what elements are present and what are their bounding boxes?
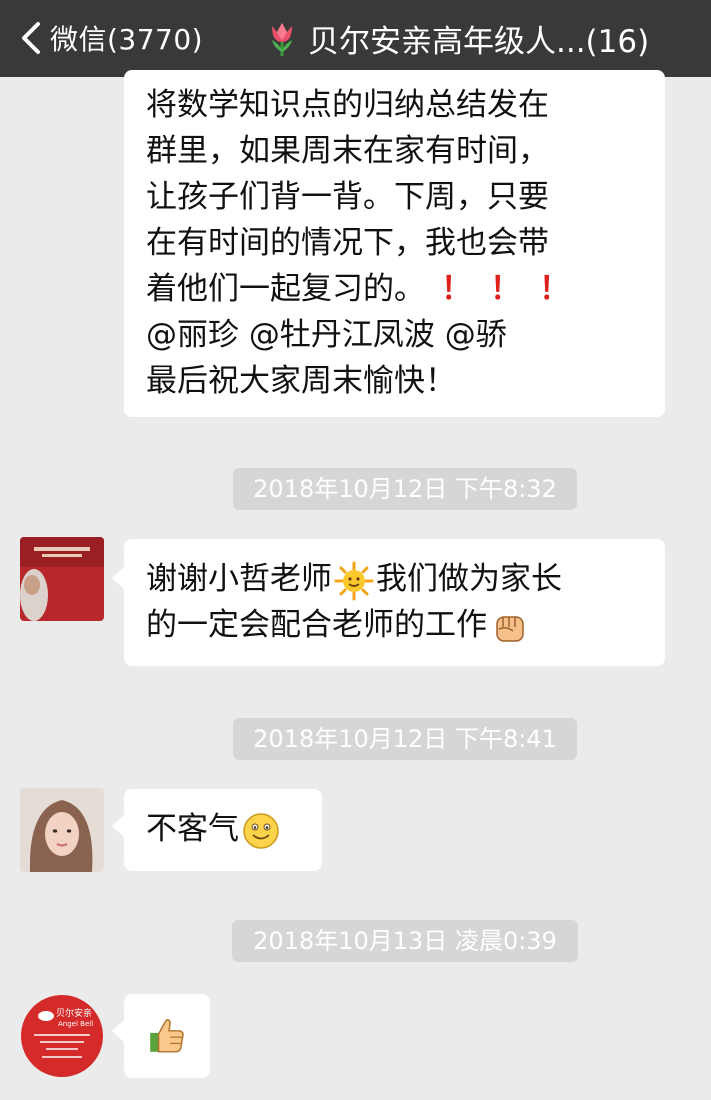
avatar[interactable]	[20, 537, 104, 621]
message-line: 在有时间的情况下，我也会带	[146, 225, 549, 261]
chat-title-text: 贝尔安亲高年级人...(16)	[308, 23, 650, 60]
timestamp: 2018年10月12日 下午8:32	[233, 468, 577, 510]
back-label: 微信(3770)	[50, 23, 204, 56]
chat-header: 微信(3770) 贝尔安亲高年级人...(16)	[0, 0, 711, 77]
chat-title[interactable]: 贝尔安亲高年级人...(16)	[262, 16, 649, 60]
message-line: 着他们一起复习的。 ！！！	[146, 266, 665, 312]
message-line: 让孩子们背一背。下周，只要	[146, 179, 549, 215]
message-bubble[interactable]: 不客气	[112, 789, 322, 871]
brand-english: Angel Bell	[58, 1020, 93, 1028]
message-line: 群里，如果周末在家有时间，	[146, 133, 549, 169]
tulip-icon	[272, 23, 292, 56]
message-text: 的一定会配合老师的工作	[146, 607, 487, 643]
avatar[interactable]: 贝尔安亲 Angel Bell	[20, 994, 104, 1078]
timestamp: 2018年10月13日 凌晨0:39	[232, 920, 578, 962]
message-line: 不客气	[146, 806, 322, 852]
message-bubble[interactable]: 谢谢小哲老师 我们做为家长 的一定会配合老师的工作	[112, 539, 665, 666]
message-text: 谢谢小哲老师	[146, 561, 332, 597]
chevron-left-icon	[22, 22, 40, 54]
message-bubble[interactable]: 将数学知识点的归纳总结发在 群里，如果周末在家有时间， 让孩子们背一背。下周，只…	[124, 70, 665, 417]
message-line: @丽珍 @牡丹江凤波 @骄	[146, 317, 507, 353]
back-button[interactable]: 微信(3770)	[18, 16, 203, 60]
timestamp: 2018年10月12日 下午8:41	[233, 718, 577, 760]
message-text: 我们做为家长	[376, 561, 562, 597]
sun-emoji-icon	[334, 561, 374, 600]
thumbs-up-emoji-icon	[150, 1019, 184, 1053]
message-bubble[interactable]	[112, 994, 210, 1078]
message-line: 最后祝大家周末愉快！	[146, 363, 456, 399]
message-text: 着他们一起复习的。	[146, 271, 425, 307]
avatar[interactable]	[20, 788, 104, 872]
smile-emoji-icon	[243, 812, 279, 849]
message-line: 的一定会配合老师的工作	[146, 602, 665, 648]
message-text: 不客气	[146, 811, 239, 847]
message-line: 谢谢小哲老师 我们做为家长	[146, 556, 665, 602]
brand-name: 贝尔安亲	[56, 1007, 92, 1019]
fist-emoji-icon	[496, 615, 524, 642]
message-line: 将数学知识点的归纳总结发在	[146, 87, 549, 123]
exclamation-marks: ！！！	[441, 271, 588, 307]
